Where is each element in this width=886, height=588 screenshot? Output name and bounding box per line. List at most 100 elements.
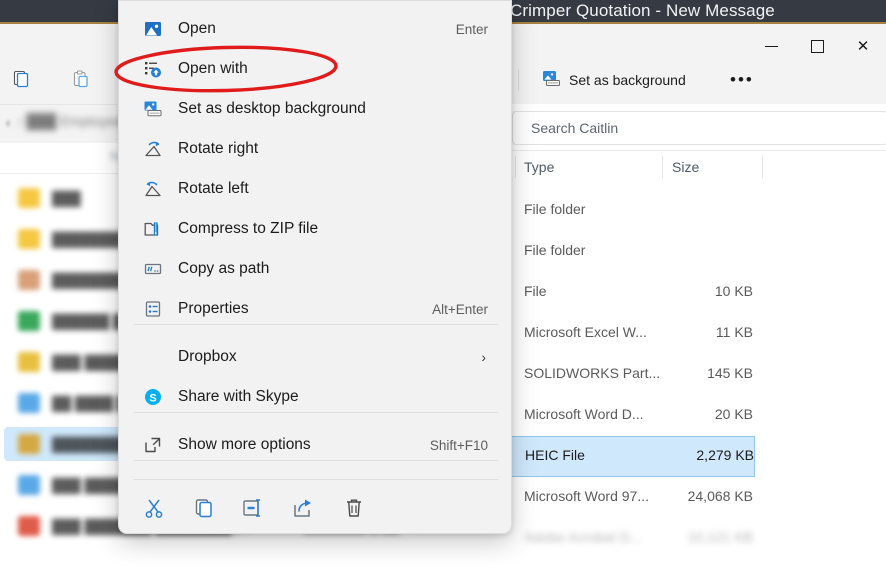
file-type-cell: Microsoft Word 97... [524,488,650,504]
copy-icon [12,70,30,91]
table-row[interactable]: HEIC File 2,279 KB [505,436,755,477]
menu-item-open[interactable]: Open Enter [124,11,506,47]
menu-separator [133,460,499,461]
menu-item-properties[interactable]: Properties Alt+Enter [124,291,506,327]
table-row[interactable]: Microsoft Excel W... 11 KB [505,313,886,354]
file-type-cell: File folder [524,242,586,258]
menu-item-rotate-right[interactable]: Rotate right [124,131,506,167]
rotate-right-icon [143,139,163,159]
toolbar-separator [518,69,519,91]
rename-button[interactable] [237,491,271,525]
file-type-icon [18,475,40,495]
delete-button[interactable] [337,491,371,525]
cut-button[interactable] [137,491,171,525]
menu-item-label: Copy as path [178,260,270,277]
skype-icon: S [143,387,163,407]
header-divider [662,156,663,178]
file-type-icon [18,188,40,208]
file-type-icon [18,229,40,249]
file-size-cell: 20 KB [714,406,753,422]
menu-item-label: Dropbox [178,348,237,365]
table-row[interactable]: Microsoft Word D... 20 KB [505,395,886,436]
ellipsis-icon: ••• [730,70,754,89]
menu-item-label: Open with [178,60,248,77]
file-type-cell: SOLIDWORKS Part... [524,365,661,381]
delete-icon [347,499,361,517]
menu-item-label: Open [178,20,216,37]
rotate-left-icon [145,181,161,197]
copy-button[interactable] [4,64,38,96]
set-as-background-label: Set as background [569,72,686,88]
cut-icon [145,499,163,518]
menu-item-copy-as-path[interactable]: Copy as path [124,251,506,287]
svg-text:S: S [149,393,156,405]
menu-item-compress-to-zip-file[interactable]: Compress to ZIP file [124,211,506,247]
file-type-icon [18,516,40,536]
context-menu-icon-bar [119,483,511,533]
file-size-cell: 10,121 KB [687,529,753,545]
open-with-icon [145,62,161,78]
rotate-right-icon [145,141,161,157]
copy-as-path-icon [143,259,163,279]
show-more-options-icon [145,437,161,453]
copy-as-path-icon [144,263,162,275]
search-bar: Search Caitlin [505,104,886,151]
file-type-icon [18,393,40,413]
open-with-icon [143,59,163,79]
breadcrumb-back-chevron-icon[interactable]: ‹ [6,115,10,130]
properties-icon [145,301,161,317]
menu-separator [133,324,499,325]
menu-item-set-as-desktop-background[interactable]: Set as desktop background [124,91,506,127]
table-row[interactable]: File 10 KB [505,272,886,313]
share-icon [294,499,311,517]
set-as-desktop-background-icon [143,99,163,119]
breadcrumb-path: ‹ ███ Employee█ [18,113,133,129]
menu-item-dropbox[interactable]: Dropbox › [124,339,506,375]
menu-item-label: Set as desktop background [178,100,366,117]
paste-button[interactable] [64,64,98,96]
file-type-cell: Microsoft Excel W... [524,324,647,340]
search-input[interactable]: Search Caitlin [512,111,886,145]
share-button[interactable] [287,491,321,525]
table-row[interactable]: File folder [505,231,886,272]
file-type-cell: File folder [524,201,586,217]
menu-item-label: Rotate left [178,180,249,197]
table-row[interactable]: File folder [505,190,886,231]
file-type-cell: File [524,283,547,299]
menu-item-rotate-left[interactable]: Rotate left [124,171,506,207]
table-row[interactable]: Adobe Acrobat D... 10,121 KB [505,518,886,559]
image-file-icon [143,19,163,39]
file-type-cell: Adobe Acrobat D... [524,529,642,545]
file-type-icon [18,434,40,454]
screen-root: Crimper Quotation - New Message ✕ Set as… [0,0,886,588]
file-list-header: Type Size [505,150,886,186]
menu-item-label: Share with Skype [178,388,299,405]
menu-separator [133,479,499,480]
file-size-cell: 2,279 KB [696,447,754,463]
header-divider [762,156,763,178]
menu-item-share-with-skype[interactable]: S Share with Skype [124,379,506,415]
skype-icon: S [145,389,161,405]
file-type-cell: Microsoft Word D... [524,406,644,422]
context-menu: Open Enter Open with Set as desktop backgro… [118,0,512,534]
chevron-right-icon: › [481,349,486,365]
file-size-cell: 10 KB [714,283,753,299]
column-header-size[interactable]: Size [672,159,699,175]
header-divider [515,156,516,178]
menu-item-label: Rotate right [178,140,259,157]
more-options-button[interactable]: ••• [722,64,762,96]
file-size-cell: 11 KB [715,324,753,340]
menu-item-label: Show more options [178,436,311,453]
show-more-options-icon [143,435,163,455]
file-name: ███ [52,190,81,206]
column-header-type[interactable]: Type [524,159,554,175]
menu-item-show-more-options[interactable]: Show more options Shift+F10 [124,427,506,463]
menu-item-label: Compress to ZIP file [178,220,319,237]
set-as-background-button[interactable]: Set as background [534,64,694,96]
menu-item-open-with[interactable]: Open with [124,51,506,87]
table-row[interactable]: Microsoft Word 97... 24,068 KB [505,477,886,518]
menu-separator [133,412,499,413]
copy-button[interactable] [187,491,221,525]
table-row[interactable]: SOLIDWORKS Part... 145 KB [505,354,886,395]
set-as-desktop-background-icon [542,69,561,91]
